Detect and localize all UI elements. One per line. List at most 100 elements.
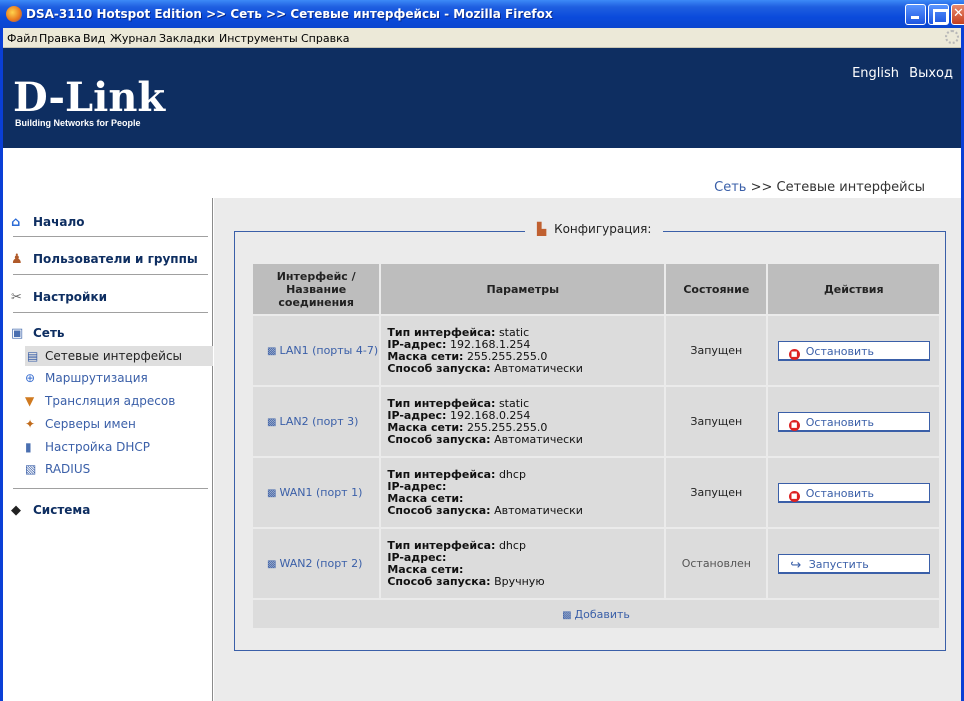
sidebar: ⌂ Начало ♟ Пользователи и группы ✂ Настр… xyxy=(3,198,213,701)
breadcrumb: Сеть >> Сетевые интерфейсы xyxy=(714,180,925,195)
english-link[interactable]: English xyxy=(852,66,899,81)
stop-button[interactable]: ■ Остановить xyxy=(777,411,930,432)
col-params: Параметры xyxy=(381,264,665,314)
menu-bar: Файл Правка Вид Журнал Закладки Инструме… xyxy=(3,28,961,48)
sidebar-divider xyxy=(13,312,208,313)
start-button[interactable]: ↪ Запустить xyxy=(777,553,930,574)
param-label: Способ запуска: xyxy=(387,574,491,588)
state-cell: Запущен xyxy=(666,316,767,385)
add-icon: ▩ xyxy=(562,609,572,621)
menu-tools[interactable]: Инструменты xyxy=(219,32,298,45)
menu-file[interactable]: Файл xyxy=(7,32,37,45)
sidebar-item-label: Серверы имен xyxy=(45,417,136,431)
stop-icon: ■ xyxy=(788,348,800,360)
param-value: Автоматически xyxy=(494,432,583,446)
sidebar-item-system[interactable]: ◆ Система xyxy=(11,503,90,518)
interface-icon: ▩ xyxy=(267,417,277,428)
sidebar-divider xyxy=(13,274,208,275)
menu-bookmarks[interactable]: Закладки xyxy=(159,32,215,45)
minimize-button[interactable] xyxy=(905,4,926,25)
sidebar-item-nat[interactable]: ▼ Трансляция адресов xyxy=(25,394,175,408)
main-panel: ▙ Конфигурация: Интерфейс / Название сое… xyxy=(214,198,961,701)
routing-icon: ⊕ xyxy=(25,371,36,385)
action-cell: ■ Остановить xyxy=(768,316,939,385)
col-actions: Действия xyxy=(768,264,939,314)
menu-edit[interactable]: Правка xyxy=(39,32,81,45)
interface-icon: ▩ xyxy=(267,559,277,570)
interface-cell: ▩ WAN1 (порт 1) xyxy=(253,458,380,527)
interfaces-icon: ▤ xyxy=(27,349,39,363)
params-cell: Тип интерфейса: dhcp IP-адрес: Маска сет… xyxy=(381,529,665,598)
menu-help[interactable]: Справка xyxy=(301,32,349,45)
stop-button[interactable]: ■ Остановить xyxy=(777,482,930,503)
col-state: Состояние xyxy=(666,264,767,314)
params-cell: Тип интерфейса: dhcp IP-адрес: Маска сет… xyxy=(381,458,665,527)
close-button[interactable] xyxy=(951,4,964,25)
sidebar-item-label: Настройки xyxy=(33,290,108,304)
menu-history[interactable]: Журнал xyxy=(110,32,156,45)
sidebar-item-label: Начало xyxy=(33,215,85,229)
breadcrumb-network-link[interactable]: Сеть xyxy=(714,180,746,195)
legend-label: Конфигурация: xyxy=(554,222,652,236)
interface-link[interactable]: LAN2 (порт 3) xyxy=(279,415,358,428)
stop-button[interactable]: ■ Остановить xyxy=(777,340,930,361)
sidebar-item-settings[interactable]: ✂ Настройки xyxy=(11,290,108,305)
action-cell: ■ Остановить xyxy=(768,387,939,456)
sidebar-item-radius[interactable]: ▧ RADIUS xyxy=(25,462,90,476)
add-row: ▩ Добавить xyxy=(253,600,939,628)
sidebar-item-label: Сетевые интерфейсы xyxy=(45,349,183,363)
table-row: ▩ WAN1 (порт 1) Тип интерфейса: dhcp IP-а… xyxy=(253,458,939,527)
sidebar-item-dns[interactable]: ✦ Серверы имен xyxy=(25,417,136,431)
configuration-legend: ▙ Конфигурация: xyxy=(525,222,664,236)
logout-link[interactable]: Выход xyxy=(909,66,953,81)
sidebar-item-network[interactable]: ▣ Сеть xyxy=(11,326,65,341)
firefox-icon xyxy=(6,6,22,22)
interface-link[interactable]: WAN1 (порт 1) xyxy=(279,486,362,499)
add-link[interactable]: Добавить xyxy=(575,608,630,621)
logo-tagline: Building Networks for People xyxy=(15,118,141,128)
breadcrumb-current: Сетевые интерфейсы xyxy=(776,180,925,195)
configuration-fieldset: ▙ Конфигурация: Интерфейс / Название сое… xyxy=(234,222,946,651)
title-bar: DSA-3110 Hotspot Edition >> Сеть >> Сете… xyxy=(0,0,964,28)
sidebar-item-label: Сеть xyxy=(33,326,65,340)
breadcrumb-separator: >> xyxy=(750,180,773,195)
stop-icon: ■ xyxy=(788,490,800,502)
nat-icon: ▼ xyxy=(25,394,35,408)
system-icon: ◆ xyxy=(11,503,21,518)
params-cell: Тип интерфейса: static IP-адрес: 192.168… xyxy=(381,316,665,385)
header-links: English Выход xyxy=(846,66,953,81)
sidebar-item-users[interactable]: ♟ Пользователи и группы xyxy=(11,252,198,267)
browser-window: DSA-3110 Hotspot Edition >> Сеть >> Сете… xyxy=(0,0,964,701)
interface-link[interactable]: LAN1 (порты 4-7) xyxy=(279,344,378,357)
sidebar-divider xyxy=(13,236,208,237)
users-icon: ♟ xyxy=(11,252,23,267)
sidebar-item-home[interactable]: ⌂ Начало xyxy=(11,215,85,230)
maximize-button[interactable] xyxy=(928,4,949,25)
param-label: Способ запуска: xyxy=(387,503,491,517)
interfaces-table: Интерфейс / Название соединения Параметр… xyxy=(251,262,941,630)
start-arrow-icon: ↪ xyxy=(790,557,802,573)
interface-link[interactable]: WAN2 (порт 2) xyxy=(279,557,362,570)
config-icon: ▙ xyxy=(537,222,547,236)
interface-cell: ▩ LAN2 (порт 3) xyxy=(253,387,380,456)
add-cell[interactable]: ▩ Добавить xyxy=(253,600,939,628)
sidebar-item-dhcp[interactable]: ▮ Настройка DHCP xyxy=(25,440,150,454)
param-value: dhcp xyxy=(498,467,526,481)
param-value: Вручную xyxy=(494,574,545,588)
param-label: Способ запуска: xyxy=(387,432,491,446)
state-cell: Запущен xyxy=(666,387,767,456)
interface-cell: ▩ LAN1 (порты 4-7) xyxy=(253,316,380,385)
dlink-logo: D-Link xyxy=(13,74,166,121)
button-label: Запустить xyxy=(808,557,869,571)
sidebar-item-routing[interactable]: ⊕ Маршрутизация xyxy=(25,371,148,385)
sidebar-item-label: Маршрутизация xyxy=(45,371,148,385)
menu-view[interactable]: Вид xyxy=(83,32,105,45)
params-cell: Тип интерфейса: static IP-адрес: 192.168… xyxy=(381,387,665,456)
button-label: Остановить xyxy=(805,415,875,429)
sidebar-item-label: Пользователи и группы xyxy=(33,252,198,266)
throbber-icon xyxy=(945,30,959,44)
table-row: ▩ LAN2 (порт 3) Тип интерфейса: static IP… xyxy=(253,387,939,456)
sidebar-item-network-interfaces[interactable]: ▤ Сетевые интерфейсы xyxy=(25,346,213,366)
network-icon: ▣ xyxy=(11,326,24,341)
sidebar-divider xyxy=(13,488,208,489)
